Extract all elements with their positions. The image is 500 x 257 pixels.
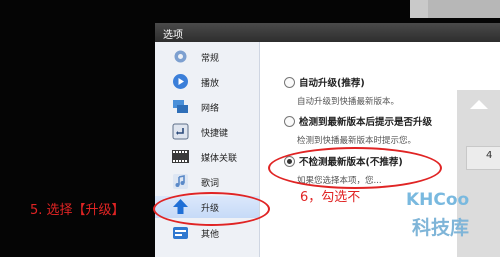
watermark-logo: KHCoo: [406, 190, 470, 210]
annotation-step-5: 5. 选择【升级】: [30, 203, 125, 218]
number-field[interactable]: [466, 146, 500, 170]
prompt-upgrade-label[interactable]: 检测到最新版本后提示是否升级: [299, 114, 432, 128]
keyboard-icon: [172, 123, 189, 140]
scroll-up-icon[interactable]: [470, 100, 488, 109]
background-window-panel: [428, 0, 500, 18]
sidebar-item-media-association[interactable]: 媒体关联: [155, 146, 259, 168]
film-icon: [172, 148, 189, 165]
sidebar-item-general[interactable]: 常规: [155, 46, 259, 68]
other-icon: [172, 224, 189, 241]
sidebar-item-label: 媒体关联: [201, 154, 238, 164]
sidebar-item-hotkeys[interactable]: 快捷键: [155, 121, 259, 143]
sidebar-item-label: 快捷键: [201, 129, 229, 139]
sidebar-item-label: 网络: [201, 104, 220, 114]
number-field-value: 4: [486, 150, 493, 161]
music-note-icon: [172, 173, 189, 190]
watermark-text: 科技库: [412, 217, 470, 239]
prompt-upgrade-desc: 检测到快播最新版本时提示您。: [297, 136, 417, 146]
prompt-upgrade-radio[interactable]: [284, 116, 295, 127]
title-bar[interactable]: 选项: [155, 23, 500, 42]
sidebar-item-lyrics[interactable]: 歌词: [155, 171, 259, 193]
settings-icon: [172, 48, 189, 65]
annotation-step-6: 6，勾选不: [300, 190, 361, 205]
auto-upgrade-radio[interactable]: [284, 77, 295, 88]
sidebar-item-label: 歌词: [201, 179, 220, 189]
sidebar-item-label: 播放: [201, 79, 220, 89]
network-icon: [172, 98, 189, 115]
highlight-ellipse-option: [268, 147, 442, 189]
play-icon: [172, 73, 189, 90]
sidebar-item-label: 常规: [201, 54, 220, 64]
sidebar-item-playback[interactable]: 播放: [155, 71, 259, 93]
highlight-ellipse-upgrade: [153, 192, 270, 226]
auto-upgrade-label[interactable]: 自动升级(推荐): [299, 75, 365, 89]
auto-upgrade-desc: 自动升级到快播最新版本。: [297, 97, 400, 107]
sidebar-item-label: 其他: [201, 230, 220, 240]
sidebar-item-network[interactable]: 网络: [155, 96, 259, 118]
dialog-title: 选项: [163, 30, 183, 41]
